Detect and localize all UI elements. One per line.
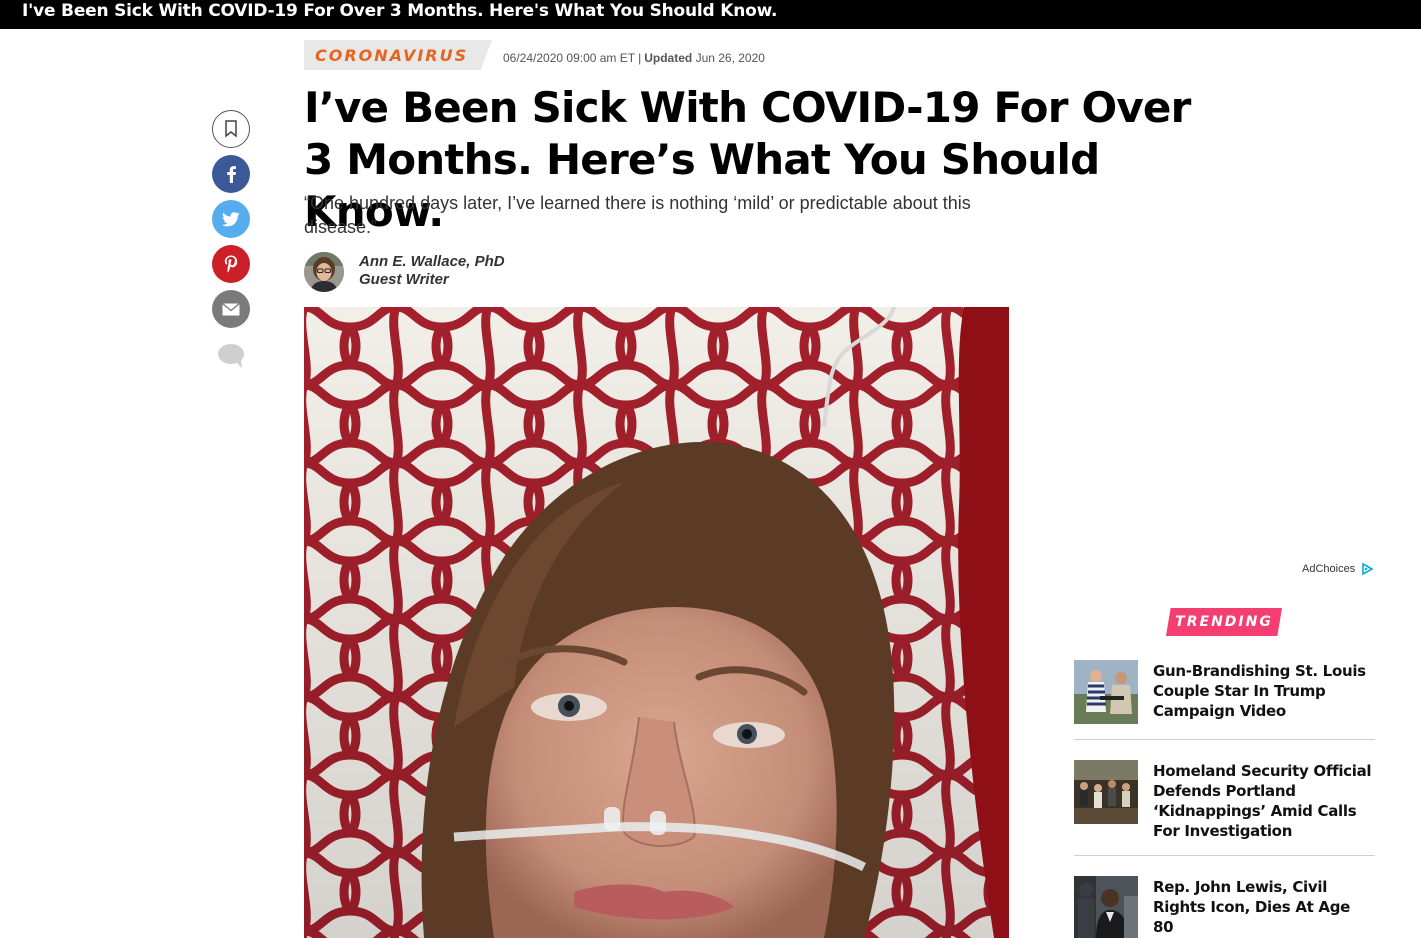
author-role: Guest Writer	[359, 271, 449, 288]
adchoices-link[interactable]: AdChoices	[1302, 563, 1374, 576]
pinterest-share-button[interactable]	[212, 245, 250, 283]
timestamp-separator: |	[638, 51, 642, 65]
pinterest-icon	[224, 255, 238, 273]
category-label: CORONAVIRUS	[315, 46, 469, 65]
trending-divider	[1074, 855, 1375, 856]
twitter-icon	[222, 211, 240, 226]
author-name[interactable]: Ann E. Wallace, PhD	[359, 253, 505, 270]
trending-title[interactable]: Rep. John Lewis, Civil Rights Icon, Dies…	[1153, 877, 1375, 937]
bookmark-icon	[225, 120, 237, 138]
trending-label: TRENDING	[1175, 614, 1273, 630]
article-subhead: “One hundred days later, I’ve learned th…	[304, 193, 971, 237]
comments-button[interactable]	[215, 342, 247, 370]
facebook-share-button[interactable]	[212, 155, 250, 193]
published-date: 06/24/2020 09:00 am ET	[503, 51, 636, 65]
trending-divider	[1074, 739, 1375, 740]
twitter-share-button[interactable]	[212, 200, 250, 238]
updated-date: Jun 26, 2020	[695, 51, 765, 65]
trending-thumbnail[interactable]	[1074, 660, 1138, 724]
hero-photo	[304, 307, 1009, 938]
facebook-icon	[227, 166, 236, 183]
article-timestamp: 06/24/2020 09:00 am ET | Updated Jun 26, 2…	[503, 51, 765, 65]
bookmark-button[interactable]	[212, 110, 250, 148]
trending-item[interactable]: Homeland Security Official Defends Portl…	[1074, 760, 1375, 840]
email-share-button[interactable]	[212, 290, 250, 328]
trending-thumbnail[interactable]	[1074, 876, 1138, 938]
trending-title[interactable]: Homeland Security Official Defends Portl…	[1153, 761, 1375, 841]
adchoices-label: AdChoices	[1302, 563, 1356, 575]
trending-item[interactable]: Gun-Brandishing St. Louis Couple Star In…	[1074, 660, 1375, 726]
comment-icon	[218, 344, 244, 368]
email-icon	[222, 302, 240, 315]
category-tag[interactable]: CORONAVIRUS	[304, 40, 492, 70]
updated-label: Updated	[644, 51, 693, 65]
author-avatar[interactable]	[304, 252, 344, 292]
trending-thumbnail[interactable]	[1074, 760, 1138, 824]
topbar-title[interactable]: I've Been Sick With COVID-19 For Over 3 …	[22, 1, 777, 21]
adchoices-icon	[1362, 563, 1374, 576]
trending-tag: TRENDING	[1166, 608, 1282, 636]
trending-title[interactable]: Gun-Brandishing St. Louis Couple Star In…	[1153, 661, 1375, 721]
top-title-bar: I've Been Sick With COVID-19 For Over 3 …	[0, 0, 1421, 29]
trending-item[interactable]: Rep. John Lewis, Civil Rights Icon, Dies…	[1074, 876, 1375, 938]
